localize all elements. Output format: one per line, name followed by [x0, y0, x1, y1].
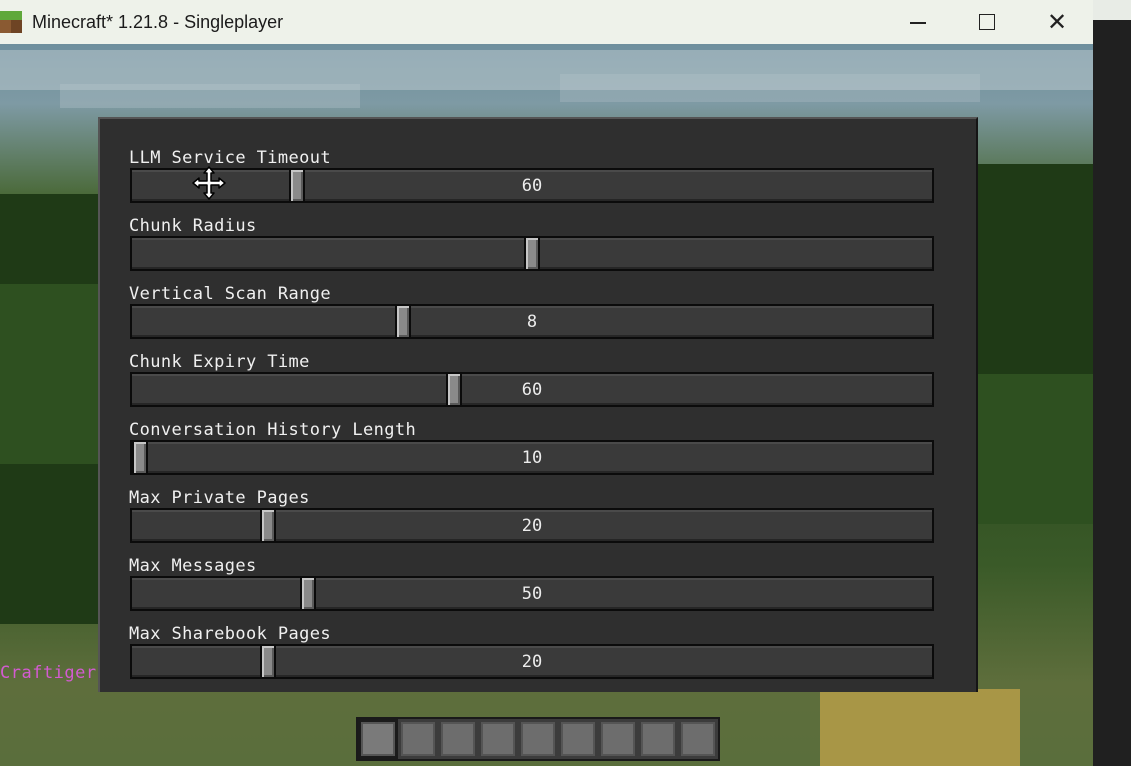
window-title: Minecraft* 1.21.8 - Singleplayer: [32, 11, 284, 32]
setting-row: Chunk Expiry Time 60: [129, 351, 935, 419]
hotbar-slot[interactable]: [638, 719, 678, 759]
slider-value: 20: [521, 515, 543, 536]
slider-value: 10: [521, 447, 543, 468]
setting-slider[interactable]: 60: [130, 168, 934, 203]
chat-player-name: Craftiger: [0, 663, 97, 683]
slider-value: 20: [521, 651, 543, 672]
setting-label: Chunk Expiry Time: [129, 352, 310, 372]
setting-row: Max Messages 50: [129, 555, 935, 623]
setting-label: Vertical Scan Range: [129, 284, 332, 304]
hotbar: [356, 717, 720, 761]
slider-handle[interactable]: [524, 236, 540, 271]
minecraft-grass-block-icon: [0, 11, 22, 33]
slider-handle[interactable]: [300, 576, 316, 611]
setting-row: LLM Service Timeout 60: [129, 147, 935, 215]
slider-handle[interactable]: [260, 644, 276, 679]
setting-slider[interactable]: 10: [130, 440, 934, 475]
setting-slider[interactable]: 8: [130, 304, 934, 339]
hotbar-slot[interactable]: [558, 719, 598, 759]
maximize-icon: [979, 14, 995, 30]
setting-slider[interactable]: 20: [130, 508, 934, 543]
hotbar-slot[interactable]: [678, 719, 718, 759]
setting-row: Vertical Scan Range 8: [129, 283, 935, 351]
slider-value: 50: [521, 583, 543, 604]
slider-handle[interactable]: [132, 440, 148, 475]
close-button[interactable]: ✕: [1022, 0, 1092, 44]
settings-panel: LLM Service Timeout60Chunk Radius4Vertic…: [98, 117, 978, 692]
setting-slider[interactable]: 60: [130, 372, 934, 407]
hotbar-slot[interactable]: [358, 719, 398, 759]
slider-handle[interactable]: [260, 508, 276, 543]
setting-label: Conversation History Length: [129, 420, 417, 440]
setting-row: Max Private Pages 20: [129, 487, 935, 555]
close-icon: ✕: [1046, 8, 1068, 36]
hotbar-slot[interactable]: [438, 719, 478, 759]
slider-handle[interactable]: [289, 168, 305, 203]
setting-row: Conversation History Length 10: [129, 419, 935, 487]
move-cursor-icon: [192, 166, 226, 200]
hotbar-slot[interactable]: [518, 719, 558, 759]
setting-label: LLM Service Timeout: [129, 148, 332, 168]
slider-handle[interactable]: [446, 372, 462, 407]
game-window: Minecraft* 1.21.8 - Singleplayer ✕ Craft…: [0, 0, 1094, 766]
setting-row: Chunk Radius4: [129, 215, 935, 283]
setting-slider[interactable]: 20: [130, 644, 934, 679]
title-bar[interactable]: Minecraft* 1.21.8 - Singleplayer ✕: [0, 0, 1093, 44]
setting-label: Max Messages: [129, 556, 257, 576]
desktop-background: [1093, 0, 1131, 766]
setting-row: Max Sharebook Pages 20: [129, 623, 935, 691]
hotbar-slot[interactable]: [478, 719, 518, 759]
slider-handle[interactable]: [395, 304, 411, 339]
slider-value: 60: [521, 379, 543, 400]
setting-slider[interactable]: 50: [130, 576, 934, 611]
setting-label: Max Sharebook Pages: [129, 624, 332, 644]
maximize-button[interactable]: [952, 0, 1022, 44]
minimize-icon: [910, 22, 926, 24]
setting-label: Chunk Radius: [129, 216, 257, 236]
minimize-button[interactable]: [883, 0, 953, 44]
setting-slider[interactable]: 4: [130, 236, 934, 271]
hotbar-slot[interactable]: [398, 719, 438, 759]
slider-value: 60: [521, 175, 543, 196]
hotbar-slot[interactable]: [598, 719, 638, 759]
setting-label: Max Private Pages: [129, 488, 310, 508]
slider-value: 8: [526, 311, 538, 332]
